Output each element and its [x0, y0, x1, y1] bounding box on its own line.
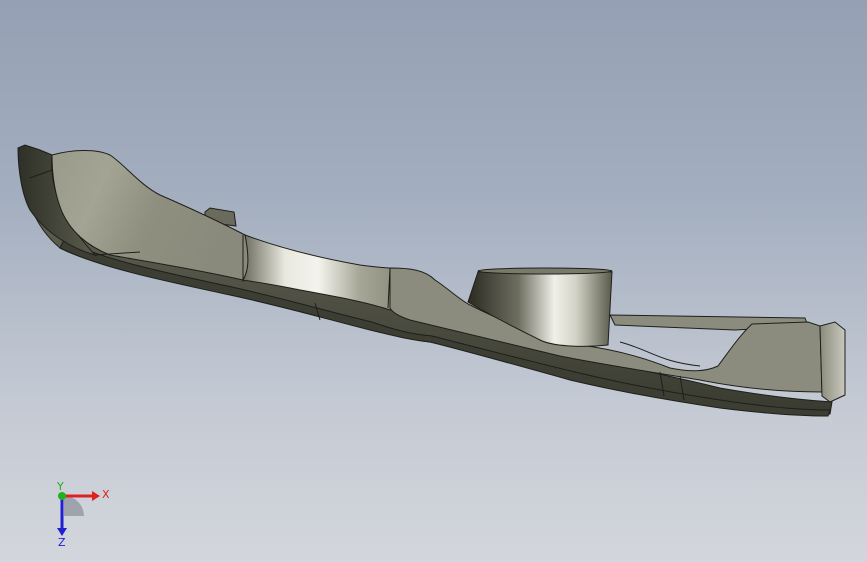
x-arrow-icon [92, 491, 100, 501]
z-axis-label: Z [58, 536, 66, 549]
right-end-face [819, 321, 846, 403]
part-model[interactable] [0, 0, 867, 562]
x-axis-label: X [102, 488, 110, 501]
y-axis-label: Y [56, 482, 64, 493]
graphics-viewport[interactable]: X Y Z [0, 0, 867, 562]
reference-triad: X Y Z [56, 482, 110, 549]
triad-shadow [64, 496, 84, 516]
y-axis-icon [58, 492, 66, 500]
z-arrow-icon [57, 528, 67, 536]
boss-top [477, 267, 613, 275]
